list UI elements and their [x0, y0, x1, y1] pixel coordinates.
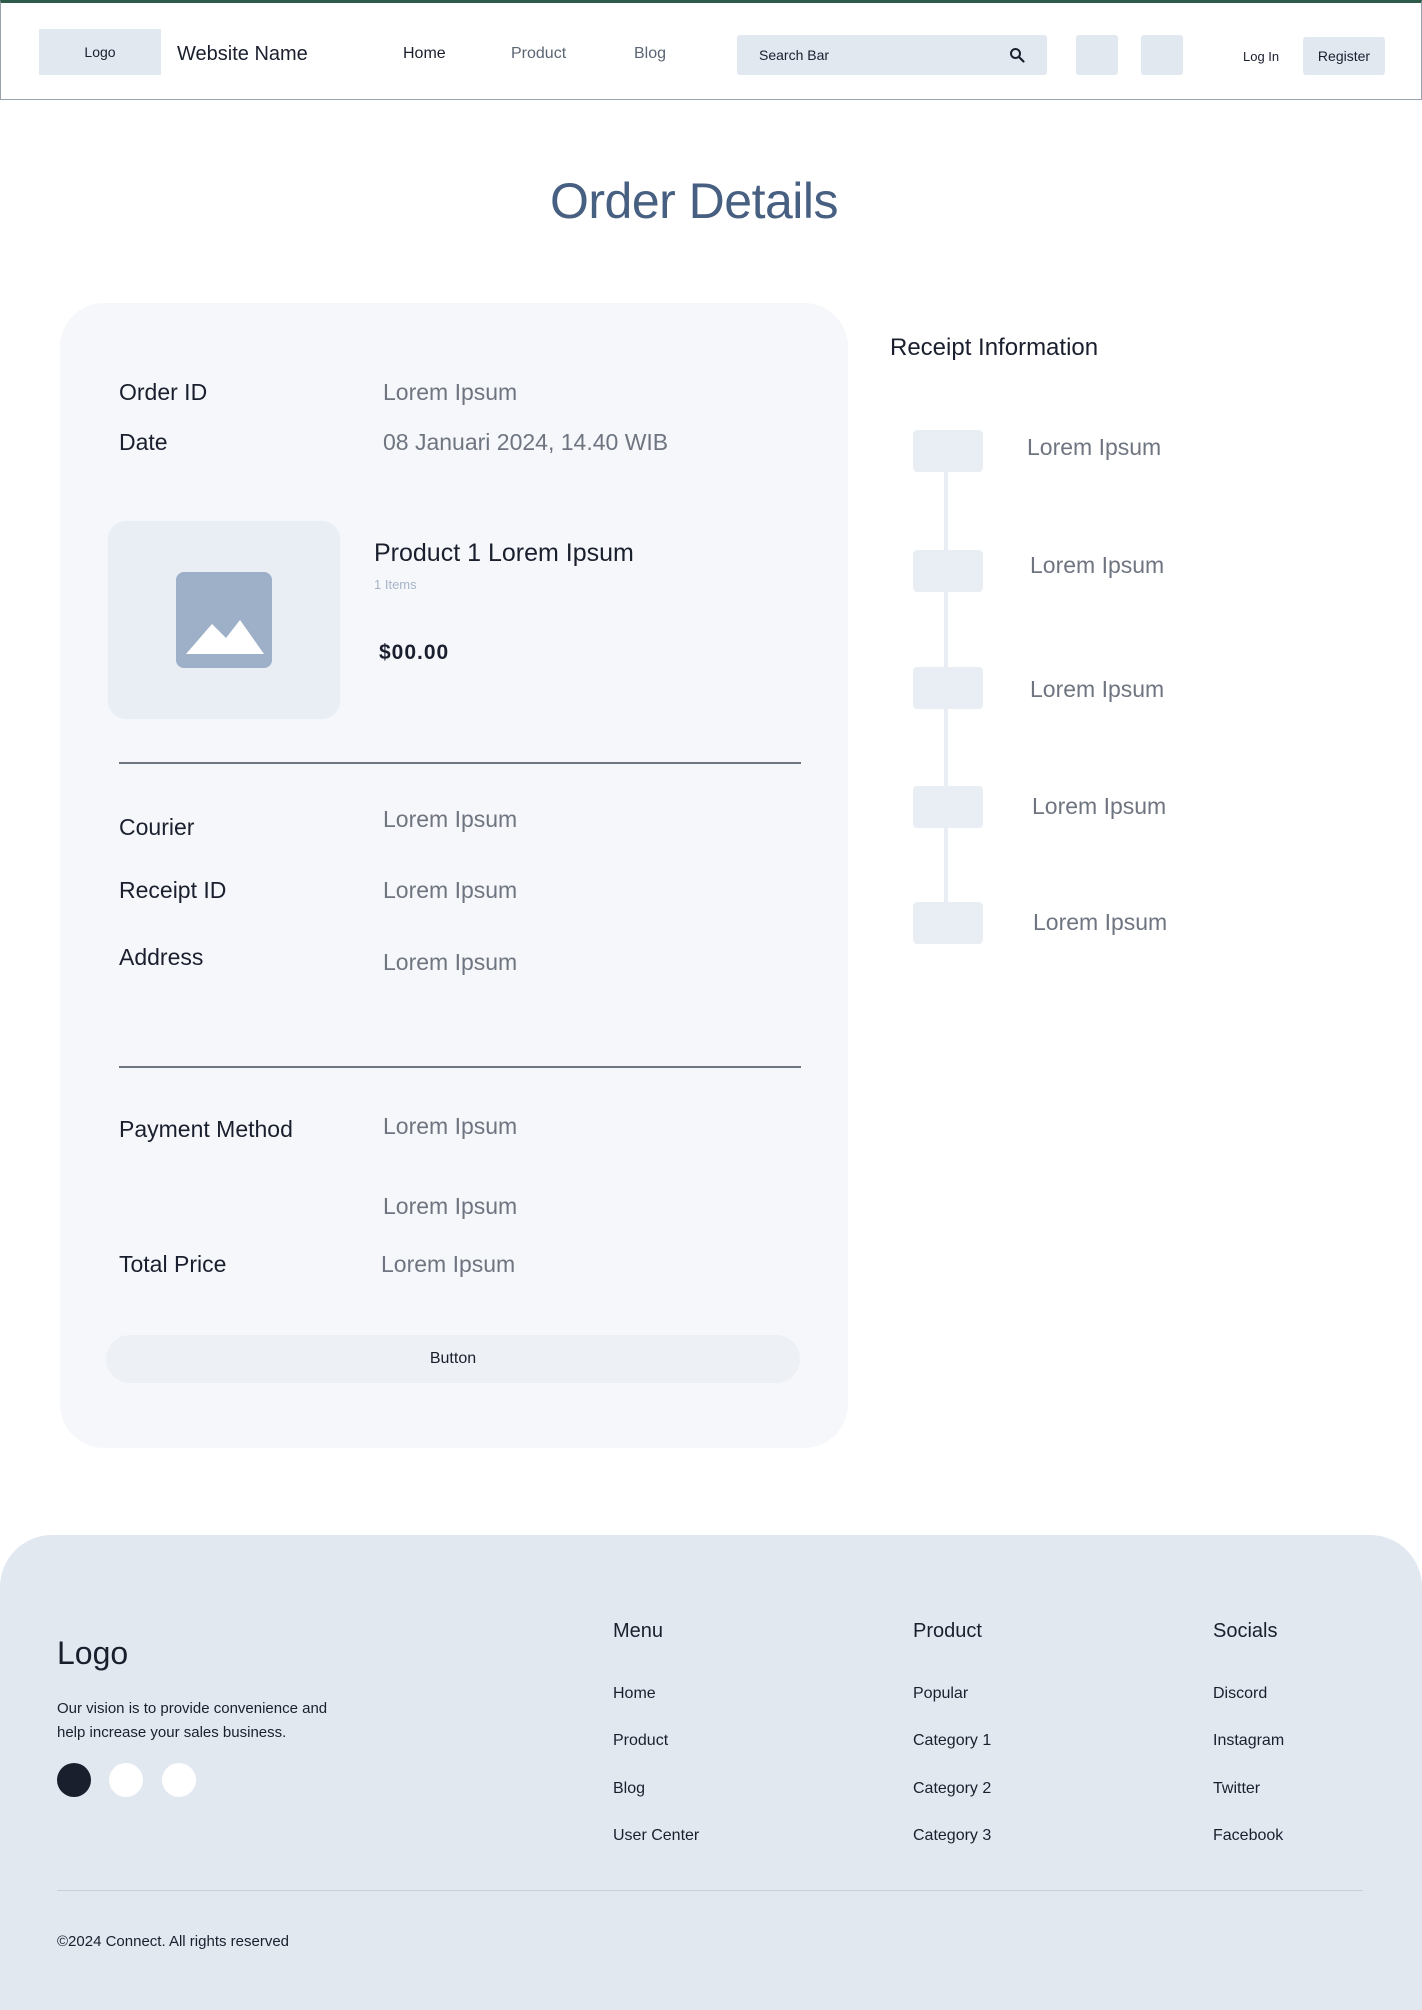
footer-link-popular[interactable]: Popular [913, 1685, 968, 1703]
social-dot-3[interactable] [162, 1763, 196, 1797]
order-id-value: Lorem Ipsum [383, 379, 518, 405]
footer-link-category-2[interactable]: Category 2 [913, 1780, 991, 1798]
order-action-button[interactable]: Button [106, 1335, 800, 1383]
search-input[interactable]: Search Bar [737, 35, 1047, 75]
social-dot-1[interactable] [57, 1763, 91, 1797]
footer-link-instagram[interactable]: Instagram [1213, 1732, 1284, 1750]
login-link[interactable]: Log In [1243, 49, 1279, 64]
order-details-card: Order ID Lorem Ipsum Date 08 Januari 202… [60, 303, 848, 1448]
date-value: 08 Januari 2024, 14.40 WIB [383, 429, 669, 455]
register-button[interactable]: Register [1303, 37, 1385, 75]
header-logo[interactable]: Logo [39, 29, 161, 75]
footer-link-category-1[interactable]: Category 1 [913, 1732, 991, 1750]
footer-link-user-center[interactable]: User Center [613, 1827, 699, 1845]
footer-link-product[interactable]: Product [613, 1732, 668, 1750]
product-name[interactable]: Product 1 Lorem Ipsum [374, 539, 634, 568]
image-placeholder-icon [176, 572, 272, 668]
address-label: Address [119, 944, 204, 970]
timeline-step: Lorem Ipsum [1033, 909, 1168, 935]
footer-link-discord[interactable]: Discord [1213, 1685, 1267, 1703]
footer-link-twitter[interactable]: Twitter [1213, 1780, 1260, 1798]
timeline-step: Lorem Ipsum [1032, 793, 1167, 819]
receipt-id-label: Receipt ID [119, 877, 227, 903]
top-navbar: Logo Website Name Home Product Blog Sear… [0, 0, 1422, 100]
payment-method-value: Lorem Ipsum [383, 1113, 518, 1139]
nav-home[interactable]: Home [403, 45, 446, 63]
social-dot-2[interactable] [109, 1763, 143, 1797]
courier-label: Courier [119, 814, 195, 840]
timeline-node [913, 430, 983, 472]
header-icon-button-2[interactable] [1141, 35, 1183, 75]
product-item-count: 1 Items [374, 577, 417, 592]
footer-logo[interactable]: Logo [57, 1635, 128, 1672]
footer-link-category-3[interactable]: Category 3 [913, 1827, 991, 1845]
timeline-step: Lorem Ipsum [1030, 552, 1165, 578]
footer-vision-text: Our vision is to provide convenience and… [57, 1700, 328, 1741]
courier-value: Lorem Ipsum [383, 806, 518, 832]
timeline-node [913, 786, 983, 828]
footer-product-heading: Product [913, 1620, 982, 1642]
date-label: Date [119, 429, 168, 455]
footer-socials-heading: Socials [1213, 1620, 1278, 1642]
receipt-info-title: Receipt Information [890, 334, 1099, 361]
timeline-node [913, 667, 983, 709]
page-title: Order Details [549, 173, 839, 229]
footer-divider [57, 1890, 1363, 1891]
header-icon-button-1[interactable] [1076, 35, 1118, 75]
section-divider [119, 762, 801, 764]
total-price-label: Total Price [119, 1251, 227, 1277]
search-icon[interactable] [1009, 47, 1025, 63]
search-placeholder: Search Bar [759, 47, 830, 63]
website-name[interactable]: Website Name [177, 43, 308, 66]
payment-extra-value: Lorem Ipsum [383, 1193, 518, 1219]
address-value: Lorem Ipsum [383, 949, 518, 975]
timeline-step: Lorem Ipsum [1027, 434, 1162, 460]
footer-menu-heading: Menu [613, 1620, 664, 1642]
total-price-value: Lorem Ipsum [381, 1251, 516, 1277]
product-image [108, 521, 340, 719]
timeline-node [913, 550, 983, 592]
nav-product[interactable]: Product [511, 45, 566, 63]
payment-method-label: Payment Method [119, 1116, 293, 1142]
nav-blog[interactable]: Blog [634, 45, 666, 63]
footer-link-facebook[interactable]: Facebook [1213, 1827, 1283, 1845]
timeline-step: Lorem Ipsum [1030, 676, 1165, 702]
receipt-id-value: Lorem Ipsum [383, 877, 518, 903]
timeline-node [913, 902, 983, 944]
order-id-label: Order ID [119, 379, 208, 405]
site-footer: Logo Our vision is to provide convenienc… [0, 1535, 1422, 2010]
footer-link-home[interactable]: Home [613, 1685, 656, 1703]
footer-link-blog[interactable]: Blog [613, 1780, 645, 1798]
copyright-text: ©2024 Connect. All rights reserved [57, 1933, 290, 1950]
product-price: $00.00 [379, 641, 450, 664]
section-divider [119, 1066, 801, 1068]
